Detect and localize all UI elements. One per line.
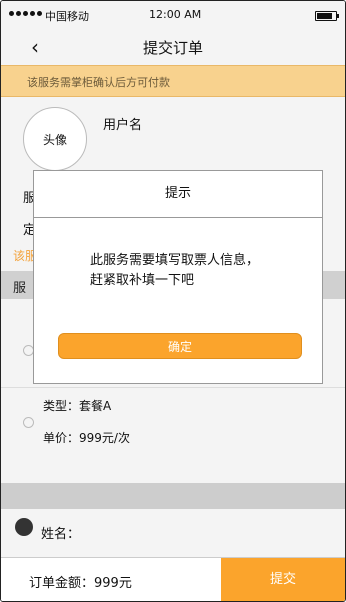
page-title: 提交订单	[142, 39, 203, 57]
phone-frame: 中国移动 12:00 AM ‹ 提交订单 该服务需掌柜确认后方可付款 头像 用户…	[0, 0, 346, 602]
nav-bar: ‹ 提交订单	[1, 31, 345, 65]
bottom-bar: 订单金额：999元 提交	[1, 557, 345, 601]
submit-button[interactable]: 提交	[221, 558, 345, 601]
name-label: 姓名：	[41, 527, 81, 542]
status-time: 12:00 AM	[149, 8, 202, 21]
order-total: 订单金额：999元	[29, 576, 132, 591]
notice-text: 该服务需掌柜确认后方可付款	[27, 76, 170, 89]
confirm-button[interactable]: 确定	[58, 333, 302, 359]
status-bar: 中国移动 12:00 AM	[1, 1, 345, 31]
name-radio[interactable]	[15, 518, 33, 536]
dialog-title: 提示	[34, 171, 322, 218]
package-radio-2[interactable]	[23, 417, 34, 428]
section-header-label: 服	[13, 281, 27, 296]
package-type: 类型：套餐A	[43, 399, 112, 413]
section-separator	[1, 483, 345, 509]
dialog-message: 此服务需要填写取票人信息，赶紧取补填一下吧	[90, 253, 260, 288]
signal-icon	[9, 11, 42, 16]
username: 用户名	[103, 118, 143, 133]
divider	[1, 387, 345, 388]
avatar[interactable]: 头像	[23, 107, 87, 171]
avatar-label: 头像	[42, 133, 67, 147]
alert-dialog: 提示 此服务需要填写取票人信息，赶紧取补填一下吧 确定	[33, 170, 323, 384]
notice-banner: 该服务需掌柜确认后方可付款	[1, 65, 345, 97]
package-price: 单价：999元/次	[43, 431, 130, 445]
carrier-name: 中国移动	[45, 10, 89, 23]
battery-icon	[315, 11, 339, 21]
